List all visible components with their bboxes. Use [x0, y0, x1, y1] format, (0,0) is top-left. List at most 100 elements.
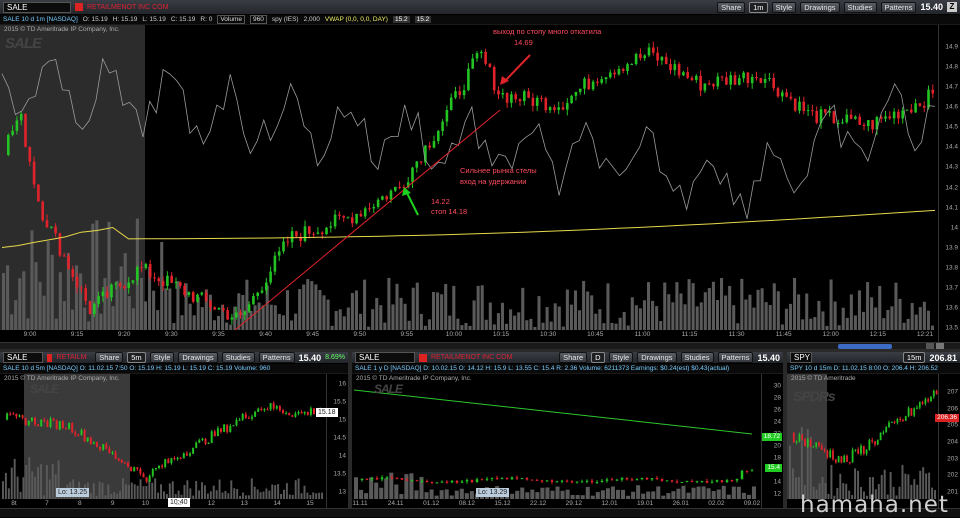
expand-icon[interactable]: Z — [947, 2, 957, 12]
bm-vol — [515, 490, 520, 499]
bm-candle — [625, 477, 629, 480]
main-candle — [127, 282, 130, 289]
bl-vol — [31, 471, 34, 499]
main-vol — [269, 304, 273, 330]
style-button[interactable]: Style — [771, 1, 797, 13]
main-vol — [930, 325, 934, 330]
main-vol — [168, 288, 172, 330]
main-candle — [37, 184, 40, 202]
main-vol — [411, 287, 415, 330]
bl-price-axis[interactable]: 16 15.5 15 14.5 14 13.5 13 — [326, 374, 348, 508]
bl-candle — [309, 408, 312, 415]
bl-candle — [306, 411, 309, 415]
price-axis[interactable]: 14.9 14.8 14.7 14.6 14.5 14.4 14.3 14.2 14.1 14 13… — [938, 25, 960, 342]
last-price: 15.40 — [920, 2, 943, 12]
main-candle — [462, 90, 466, 96]
bl-patterns-button[interactable]: Patterns — [258, 352, 295, 363]
main-candle — [230, 317, 234, 320]
bl-vol — [122, 478, 124, 499]
bl-vol — [309, 494, 312, 499]
bm-style-button[interactable]: Style — [608, 352, 634, 363]
main-chart-panel[interactable]: 2015 © TD Ameritrade IP Company, Inc. SA… — [0, 25, 960, 342]
br-timeframe-button[interactable]: 15m — [902, 352, 926, 363]
main-vol — [192, 315, 196, 330]
bm-candle — [515, 477, 519, 479]
main-info-bar: SALE 10 d 1m [NASDAQ] O: 15.19 H: 15.19 … — [0, 15, 960, 25]
bm-vol — [374, 482, 379, 499]
br-candle — [832, 450, 834, 460]
bl-x-tick: 12 — [207, 500, 215, 507]
main-candle — [234, 312, 238, 318]
bm-vol — [681, 485, 686, 499]
main-vol — [200, 307, 204, 330]
bl-timeframe-button[interactable]: 5m — [127, 352, 146, 363]
bl-drawings-button[interactable]: Drawings — [178, 352, 218, 363]
main-vol — [890, 306, 894, 330]
br-candle — [826, 450, 829, 458]
br-candle — [820, 445, 823, 450]
br-price-axis[interactable]: 207 206 205 204 203 202 201 — [938, 374, 960, 508]
main-vol — [764, 302, 768, 330]
main-candle — [781, 92, 784, 97]
main-vol — [578, 310, 582, 330]
timeframe-button[interactable]: 1m — [749, 1, 768, 13]
main-vol — [565, 289, 569, 330]
drawings-button[interactable]: Drawings — [800, 1, 840, 13]
symbol-input[interactable]: SALE — [3, 1, 71, 13]
bm-drawings-button[interactable]: Drawings — [637, 352, 677, 363]
bl-share-button[interactable]: Share — [95, 352, 124, 363]
main-candle — [277, 251, 281, 256]
bm-price-chart[interactable] — [352, 374, 761, 508]
bm-share-button[interactable]: Share — [559, 352, 588, 363]
bm-chart-panel[interactable]: 2015 © TD Ameritrade IP Company, Inc. SA… — [352, 374, 783, 508]
bl-change: 8.69% — [325, 354, 345, 361]
bm-studies-button[interactable]: Studies — [680, 352, 714, 363]
br-chart-panel[interactable]: 2015 © TD Ameritrade SPDRs 207 206 205 204 2… — [787, 374, 960, 508]
br-candle — [921, 402, 924, 404]
bl-candle — [120, 460, 123, 463]
main-scrollbar[interactable] — [0, 342, 960, 350]
main-vol — [886, 309, 890, 330]
patterns-button[interactable]: Patterns — [880, 1, 917, 13]
bm-candle — [535, 479, 539, 481]
bm-y-tick: 26 — [773, 406, 781, 414]
bm-candle — [580, 481, 584, 483]
main-candle — [480, 52, 483, 54]
bm-patterns-button[interactable]: Patterns — [717, 352, 754, 363]
br-symbol-input[interactable]: SPY — [790, 352, 812, 363]
main-vol — [626, 325, 630, 330]
main-candle — [136, 267, 139, 281]
bm-symbol-input[interactable]: SALE — [355, 352, 415, 363]
pane-divider-v2[interactable] — [783, 352, 787, 508]
main-candle — [514, 94, 517, 100]
bl-symbol-input[interactable]: SALE — [3, 352, 44, 363]
main-vol — [436, 292, 440, 330]
bl-candle — [185, 453, 188, 456]
main-y-tick: 13.7 — [945, 284, 958, 292]
main-vol — [630, 297, 634, 330]
bl-candle — [285, 413, 288, 415]
main-x-tick: 11:30 — [728, 331, 745, 338]
bl-chart-panel[interactable]: 2015 © TD Ameritrade IP Company, Inc. SA… — [0, 374, 348, 508]
bm-timeframe-button[interactable]: D — [591, 352, 605, 363]
bl-vol — [101, 482, 104, 499]
main-vol — [83, 307, 87, 330]
main-candle — [613, 72, 616, 75]
bl-style-button[interactable]: Style — [149, 352, 175, 363]
main-vol — [537, 296, 541, 330]
share-button[interactable]: Share — [717, 1, 746, 13]
pane-divider-v1[interactable] — [348, 352, 352, 508]
bm-price-axis[interactable]: 30282624222018161412 — [761, 374, 783, 508]
bl-candle — [12, 413, 15, 415]
bl-vol — [110, 493, 113, 499]
bl-candle — [204, 438, 207, 444]
main-candle — [763, 78, 767, 83]
pane-divider[interactable] — [0, 349, 960, 352]
main-vol — [910, 303, 914, 330]
main-candle — [458, 91, 462, 96]
main-vol — [809, 318, 813, 330]
bm-vol — [726, 494, 731, 499]
studies-button[interactable]: Studies — [843, 1, 877, 13]
br-candle — [809, 439, 812, 447]
bl-studies-button[interactable]: Studies — [221, 352, 255, 363]
